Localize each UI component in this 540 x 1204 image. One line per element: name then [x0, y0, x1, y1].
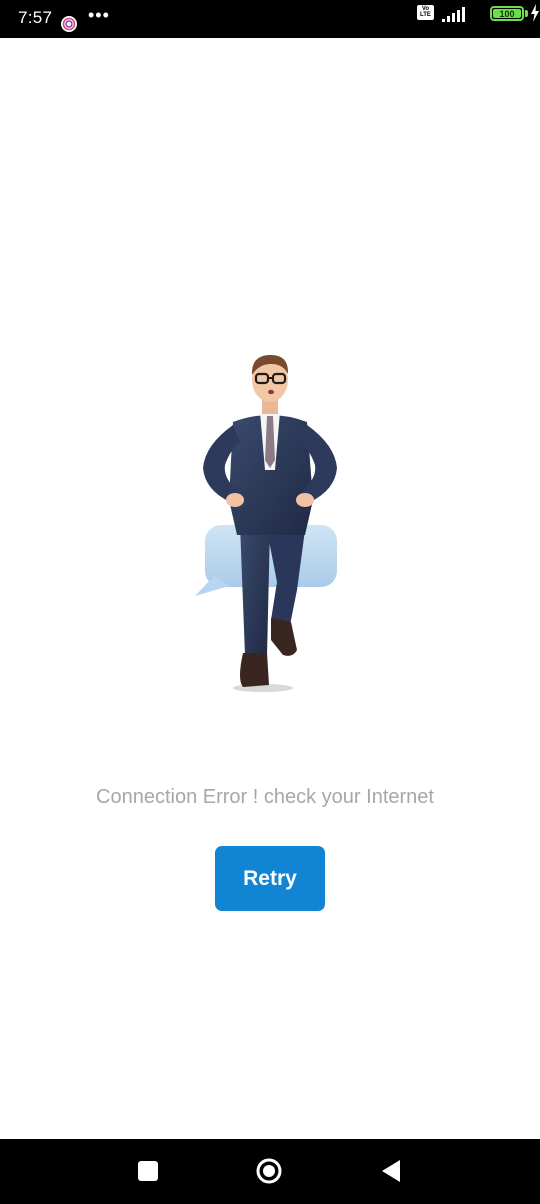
connection-error-message: Connection Error ! check your Internet — [0, 786, 540, 809]
battery-tip — [525, 10, 528, 17]
charging-bolt-icon — [531, 4, 539, 22]
more-notifications-icon: ••• — [88, 5, 110, 25]
signal-strength-icon — [442, 7, 465, 22]
status-time: 7:57 — [18, 8, 53, 27]
square-icon[interactable] — [138, 1161, 158, 1181]
volte-icon: Vo LTE — [417, 5, 434, 20]
retry-button[interactable]: Retry — [215, 846, 325, 911]
circle-icon[interactable] — [256, 1158, 282, 1184]
app-notification-icon — [61, 16, 77, 32]
lte-label: LTE — [420, 12, 431, 18]
screen: 7:57 ••• Vo LTE 100 Connection Error ! c… — [0, 0, 540, 1204]
battery-level: 100 — [493, 9, 521, 19]
triangle-back-icon[interactable] — [380, 1159, 402, 1183]
status-bar: 7:57 ••• Vo LTE 100 — [0, 0, 540, 38]
connection-error-text: Connection Error ! check your Internet — [96, 786, 434, 808]
battery-icon: 100 — [490, 6, 524, 21]
navigation-bar — [0, 1139, 540, 1204]
businessman-on-chat-bubble-illustration — [195, 354, 337, 692]
